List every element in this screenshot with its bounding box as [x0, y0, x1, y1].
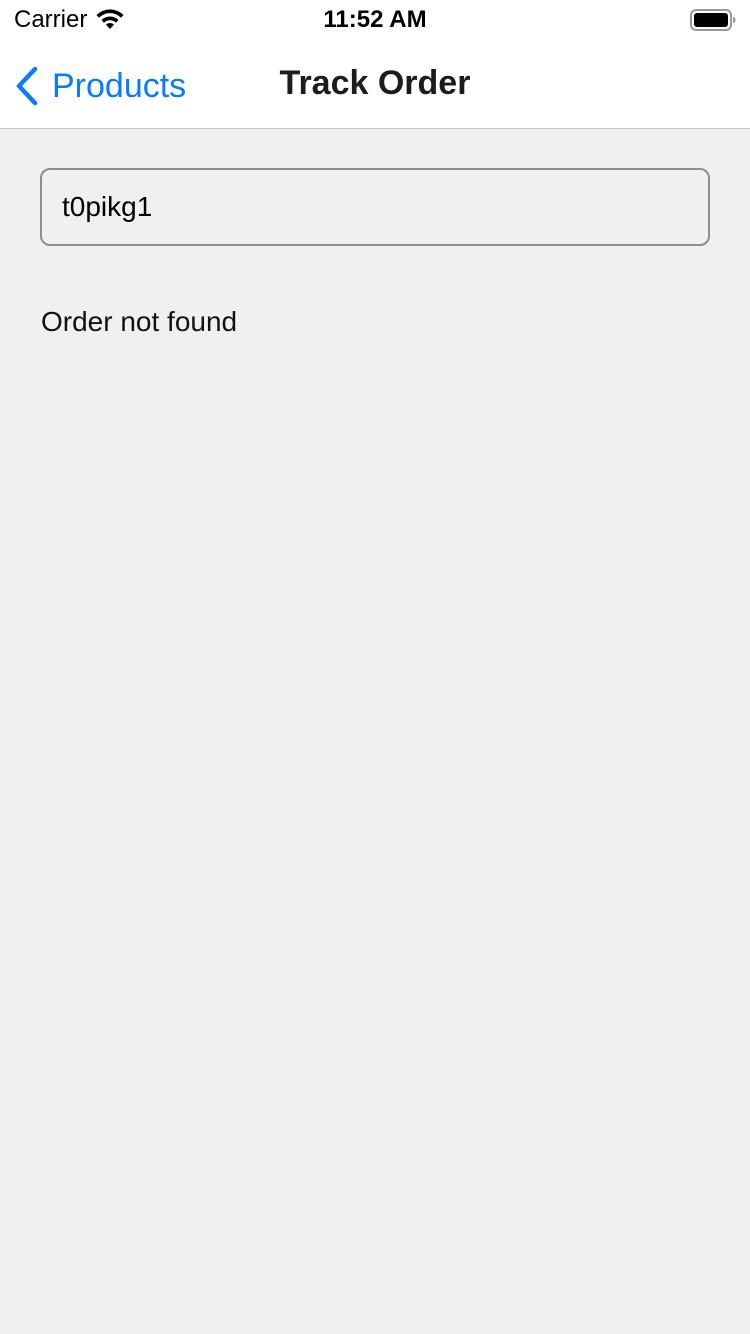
header: Carrier 11:52 AM Products Track Order	[0, 0, 750, 129]
navigation-bar: Products Track Order	[0, 40, 750, 128]
status-bar: Carrier 11:52 AM	[0, 0, 750, 40]
status-time: 11:52 AM	[323, 6, 427, 33]
order-id-input[interactable]	[40, 168, 710, 246]
order-status-message: Order not found	[41, 306, 238, 337]
battery-icon	[690, 9, 736, 31]
page-title: Track Order	[279, 64, 471, 102]
